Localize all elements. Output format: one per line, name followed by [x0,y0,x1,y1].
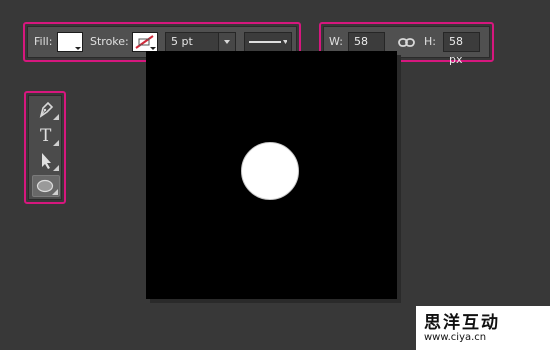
pen-tool[interactable] [32,99,60,121]
chevron-down-icon [150,47,156,50]
stroke-color-swatch[interactable] [132,32,158,52]
stroke-width-value: 5 pt [171,35,193,48]
watermark-logo: 思洋互动 www.ciya.cn [416,306,550,350]
tools-panel: T [28,95,62,200]
type-icon: T [40,126,52,146]
tool-group-indicator-icon [53,165,59,171]
watermark-title: 思洋互动 [424,313,500,333]
stroke-width-dropdown-button[interactable] [218,33,235,51]
width-input[interactable]: 58 px [348,32,385,66]
fill-color-swatch[interactable] [57,32,83,52]
stroke-width-field[interactable]: 5 pt [165,32,236,52]
height-label: H: [424,35,436,48]
ellipse-tool[interactable] [32,175,60,197]
fill-label: Fill: [34,35,53,48]
tool-group-indicator-icon [52,189,58,195]
chevron-down-icon [75,47,81,50]
link-icon[interactable] [398,36,416,50]
path-selection-tool[interactable] [32,150,60,172]
width-label: W: [329,35,343,48]
tool-group-indicator-icon [53,114,59,120]
solid-line-icon [249,40,287,44]
white-circle-shape[interactable] [241,142,299,200]
height-input[interactable]: 58 px [443,32,480,66]
stroke-label: Stroke: [90,35,129,48]
stroke-type-dropdown[interactable] [244,32,292,52]
tool-group-indicator-icon [53,140,59,146]
watermark-url: www.ciya.cn [424,332,487,343]
type-tool[interactable]: T [32,125,60,147]
